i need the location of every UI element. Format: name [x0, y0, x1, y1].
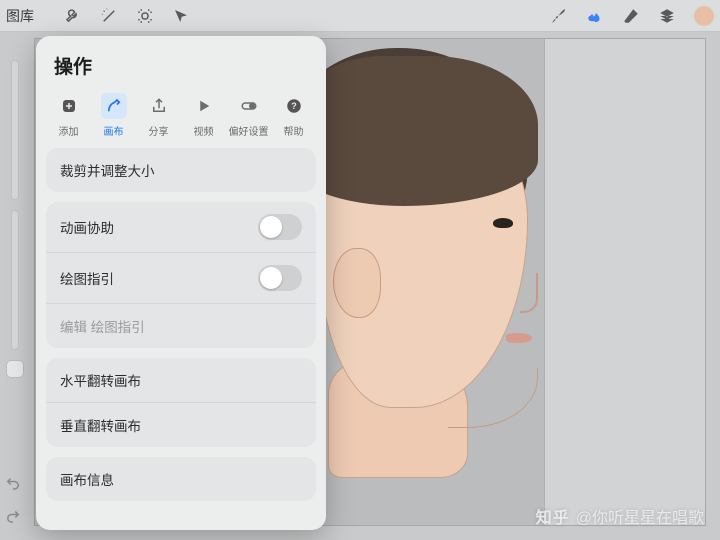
eraser-icon[interactable] — [622, 7, 640, 25]
row-label: 水平翻转画布 — [60, 370, 141, 390]
redo-icon[interactable] — [4, 507, 22, 530]
tab-label: 添加 — [59, 123, 79, 138]
actions-panel: 操作 添加 画布 分享 视频 偏好设置 ? 帮助 裁剪并调整大小 — [36, 36, 326, 530]
opacity-slider[interactable] — [11, 210, 19, 350]
panel-title: 操作 — [36, 36, 326, 89]
share-icon — [146, 93, 172, 119]
smudge-icon[interactable] — [586, 7, 604, 25]
brush-size-slider[interactable] — [11, 60, 19, 200]
svg-text:?: ? — [291, 101, 297, 111]
color-swatch[interactable] — [694, 6, 714, 26]
tab-label: 视频 — [194, 123, 214, 138]
left-sliders — [4, 60, 26, 378]
watermark: 知乎 @你听星星在唱歌 — [536, 504, 704, 528]
brush-draw-icon[interactable] — [550, 7, 568, 25]
layers-icon[interactable] — [658, 7, 676, 25]
toggle-icon — [236, 93, 262, 119]
wand-icon[interactable] — [100, 7, 118, 25]
row-label: 编辑 绘图指引 — [60, 316, 145, 336]
row-drawing-guide[interactable]: 绘图指引 — [46, 252, 316, 303]
top-toolbar: 图库 — [0, 0, 720, 32]
cursor-icon[interactable] — [172, 7, 190, 25]
tab-share[interactable]: 分享 — [139, 93, 179, 138]
tab-canvas[interactable]: 画布 — [94, 93, 134, 138]
row-label: 裁剪并调整大小 — [60, 160, 155, 180]
tab-help[interactable]: ? 帮助 — [274, 93, 314, 138]
row-label: 垂直翻转画布 — [60, 415, 141, 435]
toggle-drawing-guide[interactable] — [258, 265, 302, 291]
help-icon: ? — [281, 93, 307, 119]
row-crop-resize[interactable]: 裁剪并调整大小 — [46, 148, 316, 192]
tab-video[interactable]: 视频 — [184, 93, 224, 138]
add-icon — [56, 93, 82, 119]
modify-button[interactable] — [6, 360, 24, 378]
row-flip-vertical[interactable]: 垂直翻转画布 — [46, 402, 316, 447]
tab-label: 偏好设置 — [229, 123, 269, 138]
tab-label: 分享 — [149, 123, 169, 138]
toggle-animation-assist[interactable] — [258, 214, 302, 240]
row-label: 动画协助 — [60, 217, 114, 237]
watermark-author: @你听星星在唱歌 — [576, 504, 704, 528]
play-icon — [191, 93, 217, 119]
watermark-site: 知乎 — [536, 504, 570, 528]
row-animation-assist[interactable]: 动画协助 — [46, 202, 316, 252]
wrench-icon[interactable] — [64, 7, 82, 25]
row-label: 画布信息 — [60, 469, 114, 489]
tab-prefs[interactable]: 偏好设置 — [229, 93, 269, 138]
gallery-button[interactable]: 图库 — [6, 6, 34, 26]
row-flip-horizontal[interactable]: 水平翻转画布 — [46, 358, 316, 402]
panel-tabs: 添加 画布 分享 视频 偏好设置 ? 帮助 — [36, 89, 326, 148]
selection-icon[interactable] — [136, 7, 154, 25]
row-label: 绘图指引 — [60, 268, 114, 288]
tab-label: 画布 — [104, 123, 124, 138]
tab-label: 帮助 — [284, 123, 304, 138]
row-edit-drawing-guide: 编辑 绘图指引 — [46, 303, 316, 348]
undo-icon[interactable] — [4, 474, 22, 497]
row-canvas-info[interactable]: 画布信息 — [46, 457, 316, 501]
tab-add[interactable]: 添加 — [49, 93, 89, 138]
canvas-icon — [101, 93, 127, 119]
